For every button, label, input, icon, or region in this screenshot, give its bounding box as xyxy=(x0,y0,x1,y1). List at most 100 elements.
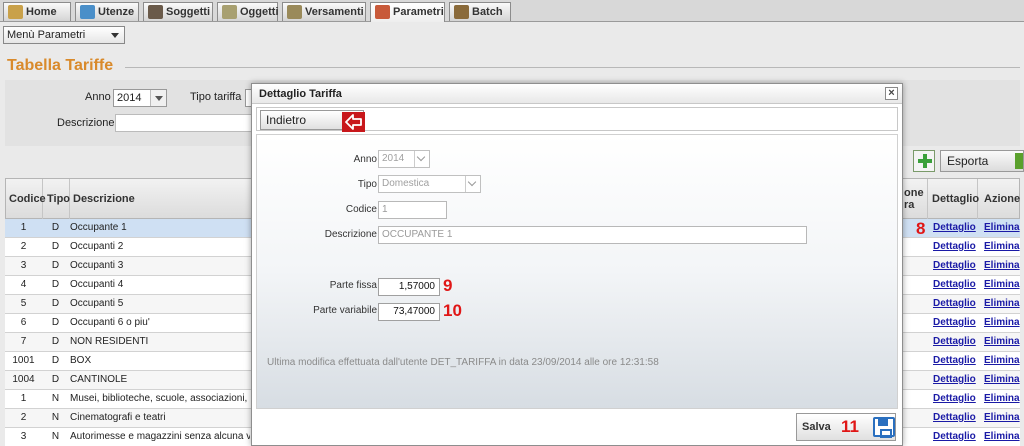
dialog-header: Dettaglio Tariffa × xyxy=(252,84,902,104)
col-tipo[interactable]: Tipo xyxy=(43,179,70,220)
batch-icon xyxy=(454,5,469,19)
dettaglio-link[interactable]: Dettaglio xyxy=(933,238,977,256)
menu-select-value: Menù Parametri xyxy=(7,29,86,41)
tab-batch-label: Batch xyxy=(472,6,503,18)
parte-fissa-input[interactable]: 1,57000 xyxy=(378,278,440,296)
row-codice: 2 xyxy=(20,412,27,423)
tab-versamenti[interactable]: Versamenti xyxy=(282,2,366,21)
dettaglio-link[interactable]: Dettaglio xyxy=(933,295,977,313)
tab-parametri[interactable]: Parametri xyxy=(370,2,445,22)
filter-anno-value: 2014 xyxy=(117,92,142,104)
dettaglio-link[interactable]: Dettaglio xyxy=(933,219,977,237)
anno-select[interactable]: 2014 xyxy=(378,150,430,168)
col-codice[interactable]: Codice xyxy=(6,179,46,220)
row-tipo: D xyxy=(51,298,60,309)
row-tipo: D xyxy=(51,355,60,366)
filter-anno-select[interactable]: 2014 xyxy=(113,89,167,107)
elimina-link[interactable]: Elimina xyxy=(984,295,1020,313)
elimina-link[interactable]: Elimina xyxy=(984,409,1020,427)
elimina-link[interactable]: Elimina xyxy=(984,390,1020,408)
dettaglio-link[interactable]: Dettaglio xyxy=(933,390,977,408)
tab-utenze[interactable]: Utenze xyxy=(75,2,139,21)
row-descrizione: Musei, biblioteche, scuole, associazioni… xyxy=(70,393,250,404)
tab-oggetti-label: Oggetti xyxy=(240,6,279,18)
save-button-label: Salva xyxy=(802,421,831,433)
elimina-link[interactable]: Elimina xyxy=(984,314,1020,332)
row-codice: 6 xyxy=(20,317,27,328)
dettaglio-link[interactable]: Dettaglio xyxy=(933,409,977,427)
parametri-icon xyxy=(375,5,390,19)
soggetti-icon xyxy=(148,5,163,19)
back-button[interactable]: Indietro xyxy=(260,110,365,132)
row-descrizione: Occupanti 3 xyxy=(70,260,124,271)
excel-icon xyxy=(1015,153,1023,169)
row-codice: 1004 xyxy=(12,374,35,385)
elimina-link[interactable]: Elimina xyxy=(984,276,1020,294)
row-descrizione: Occupanti 4 xyxy=(70,279,124,290)
tipo-select[interactable]: Domestica xyxy=(378,175,481,193)
descrizione-input[interactable]: OCCUPANTE 1 xyxy=(378,226,807,244)
tab-soggetti[interactable]: Soggetti xyxy=(143,2,213,21)
save-button[interactable]: Salva 11 xyxy=(796,413,896,441)
annotation-badge-row: 8 xyxy=(916,219,926,238)
dialog-title: Dettaglio Tariffa xyxy=(259,88,342,100)
row-tipo: D xyxy=(51,241,60,252)
row-codice: 1 xyxy=(20,393,27,404)
dialog-toolbar: Indietro xyxy=(256,107,898,132)
elimina-link[interactable]: Elimina xyxy=(984,352,1020,370)
row-tipo: D xyxy=(51,317,60,328)
elimina-link[interactable]: Elimina xyxy=(984,428,1020,446)
row-tipo: N xyxy=(51,412,60,423)
row-codice: 3 xyxy=(20,260,27,271)
dettaglio-link[interactable]: Dettaglio xyxy=(933,333,977,351)
dettaglio-link[interactable]: Dettaglio xyxy=(933,276,977,294)
main-tab-bar: Home Utenze Soggetti Oggetti Versamenti … xyxy=(0,0,1024,22)
elimina-link[interactable]: Elimina xyxy=(984,333,1020,351)
parte-fissa-value: 1,57000 xyxy=(398,281,435,292)
codice-label: Codice xyxy=(345,204,377,215)
tab-batch[interactable]: Batch xyxy=(449,2,511,21)
elimina-link[interactable]: Elimina xyxy=(984,257,1020,275)
descrizione-value: OCCUPANTE 1 xyxy=(382,229,453,240)
parte-fissa-label: Parte fissa xyxy=(329,280,377,291)
last-modified-note: Ultima modifica effettuata dall'utente D… xyxy=(267,357,659,368)
row-descrizione: BOX xyxy=(70,355,92,366)
menu-select[interactable]: Menù Parametri xyxy=(3,26,125,44)
tab-soggetti-label: Soggetti xyxy=(166,6,210,18)
dettaglio-link[interactable]: Dettaglio xyxy=(933,314,977,332)
close-icon[interactable]: × xyxy=(885,87,898,100)
dettaglio-link[interactable]: Dettaglio xyxy=(933,428,977,446)
dettaglio-link[interactable]: Dettaglio xyxy=(933,257,977,275)
tab-utenze-label: Utenze xyxy=(98,6,135,18)
row-descrizione: CANTINOLE xyxy=(70,374,128,385)
dettaglio-link[interactable]: Dettaglio xyxy=(933,352,977,370)
tab-oggetti[interactable]: Oggetti xyxy=(217,2,279,21)
row-descrizione: Occupanti 5 xyxy=(70,298,124,309)
row-tipo: D xyxy=(51,260,60,271)
filter-descrizione-input[interactable] xyxy=(115,114,253,132)
codice-input[interactable]: 1 xyxy=(378,201,447,219)
tipo-value: Domestica xyxy=(382,178,430,189)
elimina-link[interactable]: Elimina xyxy=(984,371,1020,389)
add-tariff-button[interactable] xyxy=(913,150,935,172)
title-divider xyxy=(125,67,1020,68)
col-dettaglio[interactable]: Dettaglio xyxy=(928,179,979,220)
filter-descrizione-label: Descrizione xyxy=(57,117,115,129)
export-button[interactable]: Esporta xyxy=(940,150,1024,172)
filter-anno-label: Anno xyxy=(85,91,111,103)
dialog-footer: Salva 11 xyxy=(256,412,898,442)
row-codice: 3 xyxy=(20,431,27,442)
floppy-disk-icon xyxy=(873,417,895,438)
elimina-link[interactable]: Elimina xyxy=(984,219,1020,237)
parte-variabile-input[interactable]: 73,47000 xyxy=(378,303,440,321)
dettaglio-link[interactable]: Dettaglio xyxy=(933,371,977,389)
page-title: Tabella Tariffe xyxy=(7,57,114,74)
row-descrizione: Occupanti 2 xyxy=(70,241,124,252)
col-azione[interactable]: Azione xyxy=(978,179,1021,220)
anno-value: 2014 xyxy=(382,153,405,164)
tab-home[interactable]: Home xyxy=(3,2,71,21)
annotation-badge-fissa: 9 xyxy=(443,276,453,295)
elimina-link[interactable]: Elimina xyxy=(984,238,1020,256)
tipo-label: Tipo xyxy=(357,179,377,190)
descrizione-label: Descrizione xyxy=(324,229,377,240)
